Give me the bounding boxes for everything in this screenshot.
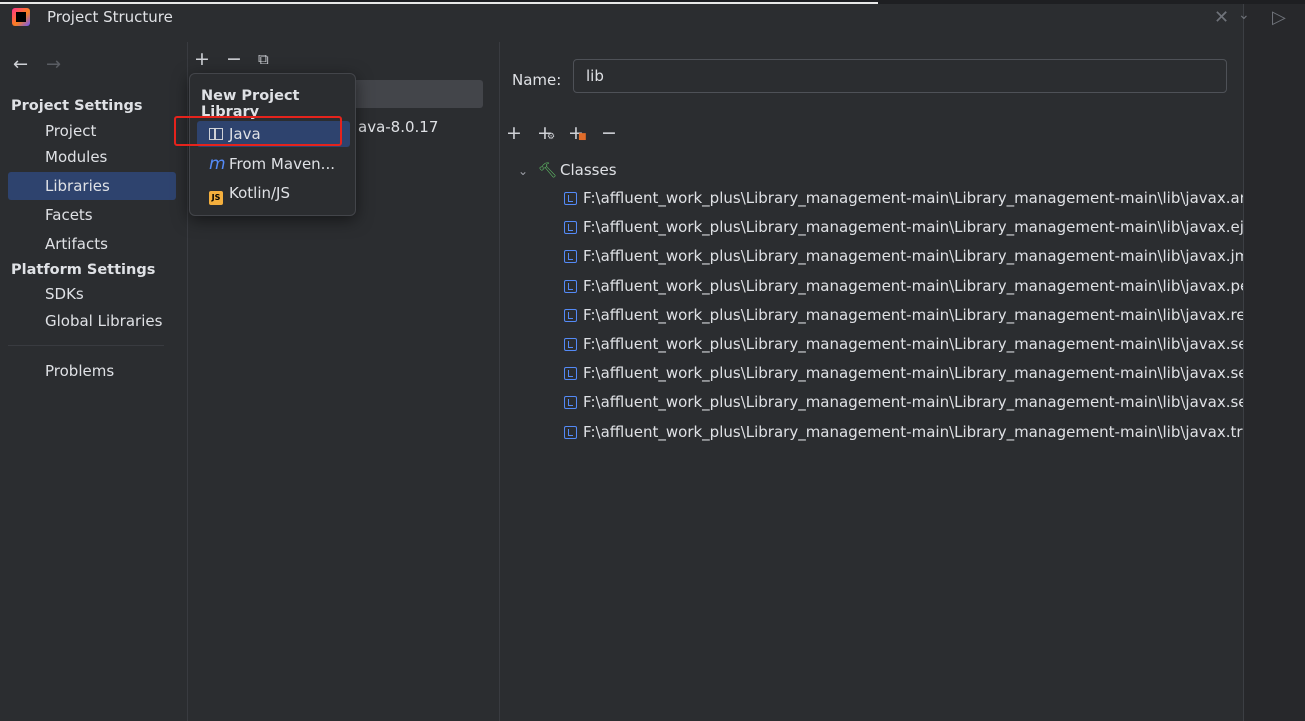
arrow-right-icon: → (46, 54, 62, 75)
list-item[interactable]: F:\affluent_work_plus\Library_management… (564, 392, 1243, 421)
kotlin-js-icon: JS (209, 191, 223, 205)
project-settings-header: Project Settings (11, 98, 143, 114)
jar-icon (564, 192, 577, 205)
sidebar-item-libraries[interactable]: Libraries (8, 172, 176, 200)
title-bar: Project Structure ✕ (0, 4, 1243, 40)
list-item[interactable]: F:\affluent_work_plus\Library_management… (564, 276, 1243, 305)
intellij-logo-icon (12, 8, 30, 26)
close-icon[interactable]: ✕ (1214, 7, 1229, 28)
run-icon[interactable]: ▷ (1272, 7, 1286, 28)
add-attached-icon[interactable]: + ⚙ (537, 122, 555, 144)
jar-icon (564, 367, 577, 381)
classes-label: Classes (560, 161, 617, 179)
remove-root-minus-icon[interactable]: − (601, 122, 617, 144)
sidebar-item-facets[interactable]: Facets (8, 201, 176, 229)
jar-icon (564, 425, 577, 439)
library-name-input[interactable] (573, 59, 1227, 93)
sidebar-item-problems[interactable]: Problems (8, 357, 176, 385)
name-label: Name: (512, 71, 562, 89)
minus-icon[interactable]: − (226, 48, 242, 70)
sidebar-divider (8, 345, 164, 346)
sidebar-item-global-libraries[interactable]: Global Libraries (8, 307, 176, 335)
sidebar-item-sdks[interactable]: SDKs (8, 280, 176, 308)
library-detail-panel: Name: + +⚙ +■ − ⌄🔨︎Classes F:\affluent_w… (500, 42, 1243, 721)
hammer-icon: 🔨︎ (538, 161, 558, 179)
copy-icon[interactable]: ⧉ (258, 50, 269, 68)
classes-tree-node[interactable]: ⌄ 🔨︎ Classes (518, 159, 617, 181)
sidebar-item-artifacts[interactable]: Artifacts (8, 230, 176, 258)
list-item[interactable]: F:\affluent_work_plus\Library_management… (564, 422, 1243, 451)
sidebar: ← → Project Settings Project Modules Lib… (0, 42, 188, 721)
jar-icon (564, 337, 577, 351)
platform-settings-header: Platform Settings (11, 262, 156, 278)
window-title: Project Structure (47, 8, 173, 26)
editor-side-strip: ⌄ ▷ (1238, 4, 1305, 721)
add-root-plus-icon[interactable]: + (506, 122, 522, 144)
library-list-item-text[interactable]: ava-8.0.17 (358, 118, 438, 136)
jar-icon (564, 396, 577, 410)
list-item[interactable]: F:\affluent_work_plus\Library_management… (564, 246, 1243, 275)
list-item[interactable]: F:\affluent_work_plus\Library_management… (564, 334, 1243, 363)
sidebar-item-modules[interactable]: Modules (8, 143, 176, 171)
popup-item-kotlin-js[interactable]: JS Kotlin/JS (197, 180, 350, 206)
plus-icon[interactable]: + (194, 48, 210, 70)
project-structure-dialog: Project Structure ✕ ← → Project Settings… (0, 4, 1244, 721)
list-item[interactable]: F:\affluent_work_plus\Library_management… (564, 188, 1243, 217)
chevron-down-icon[interactable]: ⌄ (518, 160, 538, 182)
jar-icon (564, 250, 577, 264)
list-item[interactable]: F:\affluent_work_plus\Library_management… (564, 305, 1243, 334)
jar-icon (564, 308, 577, 322)
chevron-down-icon[interactable]: ⌄ (1238, 7, 1250, 23)
jar-icon (564, 221, 577, 235)
arrow-left-icon[interactable]: ← (13, 54, 28, 75)
classes-list: F:\affluent_work_plus\Library_management… (564, 188, 1243, 451)
maven-icon: m (209, 154, 226, 174)
list-item[interactable]: F:\affluent_work_plus\Library_management… (564, 217, 1243, 246)
list-item[interactable]: F:\affluent_work_plus\Library_management… (564, 363, 1243, 392)
highlight-box (174, 116, 342, 146)
jar-icon (564, 279, 577, 293)
add-external-icon[interactable]: + ■ (568, 122, 587, 144)
sidebar-item-project[interactable]: Project (8, 117, 176, 145)
popup-item-from-maven[interactable]: m From Maven... (197, 151, 350, 177)
